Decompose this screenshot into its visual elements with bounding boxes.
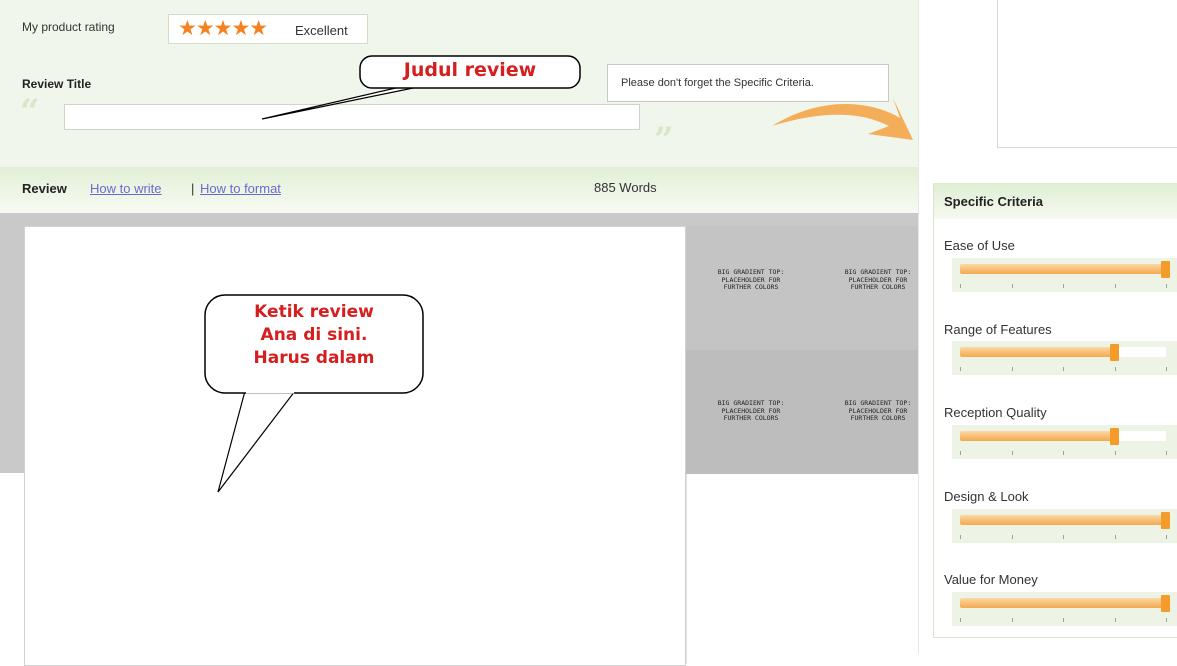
slider-handle[interactable] [1110, 344, 1119, 361]
slider-tick [1063, 618, 1064, 622]
criterion-label-value-for-money: Value for Money [944, 572, 1038, 587]
criterion-slider-reception-quality[interactable] [952, 425, 1177, 459]
slider-tick [1063, 451, 1064, 455]
link-separator: | [191, 181, 195, 196]
slider-tick [960, 451, 961, 455]
product-rating-label: My product rating [22, 20, 115, 34]
placeholder-text: BIG GRADIENT TOP: PLACEHOLDER FOR FURTHE… [717, 268, 785, 291]
criteria-hint-text: Please don't forget the Specific Criteri… [621, 77, 814, 89]
close-quote-icon: ” [654, 120, 674, 160]
slider-fill [960, 431, 1115, 441]
title-callout-text: Judul review [403, 59, 537, 81]
review-label: Review [22, 181, 67, 196]
column-divider [918, 0, 919, 654]
slider-empty-track [1115, 347, 1166, 357]
review-callout-text: Ketik review Ana di sini. Harus dalam [253, 302, 375, 368]
slider-handle[interactable] [1161, 512, 1170, 529]
criterion-label-range-of-features: Range of Features [944, 322, 1052, 337]
criterion-slider-value-for-money[interactable] [952, 592, 1177, 626]
slider-empty-track [1115, 431, 1166, 441]
placeholder-text: BIG GRADIENT TOP: PLACEHOLDER FOR FURTHE… [844, 399, 912, 422]
slider-handle[interactable] [1161, 595, 1170, 612]
slider-tick [960, 367, 961, 371]
slider-tick [1166, 618, 1167, 622]
slider-tick [1166, 367, 1167, 371]
rating-stars-icon[interactable]: ★★★★★ [178, 18, 268, 40]
criterion-slider-range-of-features[interactable] [952, 341, 1177, 375]
slider-tick [1114, 284, 1116, 288]
review-text-editor[interactable] [24, 226, 686, 666]
open-quote-icon: “ [20, 92, 40, 132]
slider-fill [960, 598, 1166, 608]
slider-tick [1166, 535, 1167, 539]
slider-tick [1011, 367, 1013, 371]
review-title-input[interactable] [64, 104, 640, 130]
specific-criteria-panel: Specific Criteria Ease of Use Range of F… [933, 183, 1177, 638]
criterion-label-ease-of-use: Ease of Use [944, 238, 1015, 253]
slider-tick [1114, 535, 1116, 539]
product-image-box [997, 0, 1177, 148]
slider-tick [1063, 367, 1064, 371]
placeholder-text: BIG GRADIENT TOP: PLACEHOLDER FOR FURTHE… [844, 268, 912, 291]
slider-tick [960, 535, 961, 539]
slider-fill [960, 264, 1166, 274]
specific-criteria-title: Specific Criteria [944, 194, 1043, 209]
specific-criteria-header: Specific Criteria [934, 183, 1177, 219]
slider-tick [1011, 535, 1013, 539]
slider-tick [1114, 618, 1116, 622]
slider-tick [1166, 284, 1167, 288]
placeholder-block-middle: BIG GRADIENT TOP: PLACEHOLDER FOR FURTHE… [686, 350, 918, 474]
title-callout: Judul review [360, 56, 580, 88]
placeholder-block-top: BIG GRADIENT TOP: PLACEHOLDER FOR FURTHE… [686, 226, 918, 350]
review-title-label: Review Title [22, 77, 92, 91]
slider-handle[interactable] [1161, 261, 1170, 278]
criterion-slider-ease-of-use[interactable] [952, 258, 1177, 292]
criteria-hint-box: Please don't forget the Specific Criteri… [607, 64, 889, 102]
slider-tick [1114, 367, 1116, 371]
slider-tick [960, 618, 961, 622]
criterion-slider-design-look[interactable] [952, 509, 1177, 543]
slider-tick [1011, 451, 1013, 455]
criterion-label-reception-quality: Reception Quality [944, 405, 1047, 420]
slider-tick [1166, 451, 1167, 455]
color-placeholder-area: BIG GRADIENT TOP: PLACEHOLDER FOR FURTHE… [686, 226, 918, 474]
slider-fill [960, 347, 1115, 357]
placeholder-text: BIG GRADIENT TOP: PLACEHOLDER FOR FURTHE… [717, 399, 785, 422]
slider-tick [1011, 284, 1013, 288]
slider-tick [1114, 451, 1116, 455]
criterion-label-design-look: Design & Look [944, 489, 1029, 504]
slider-tick [1063, 535, 1064, 539]
review-callout: Ketik review Ana di sini. Harus dalam [205, 295, 423, 393]
rating-value-text: Excellent [295, 23, 348, 38]
word-count: 885 Words [594, 180, 657, 195]
slider-handle[interactable] [1110, 428, 1119, 445]
placeholder-blank-area [686, 474, 918, 664]
slider-tick [960, 284, 961, 288]
how-to-write-link[interactable]: How to write [90, 181, 162, 196]
slider-tick [1063, 284, 1064, 288]
how-to-format-link[interactable]: How to format [200, 181, 281, 196]
product-rating-widget[interactable]: ★★★★★ Excellent [168, 14, 368, 44]
review-header-bar: Review How to write | How to format 885 … [0, 167, 918, 213]
slider-tick [1011, 618, 1013, 622]
slider-fill [960, 515, 1166, 525]
